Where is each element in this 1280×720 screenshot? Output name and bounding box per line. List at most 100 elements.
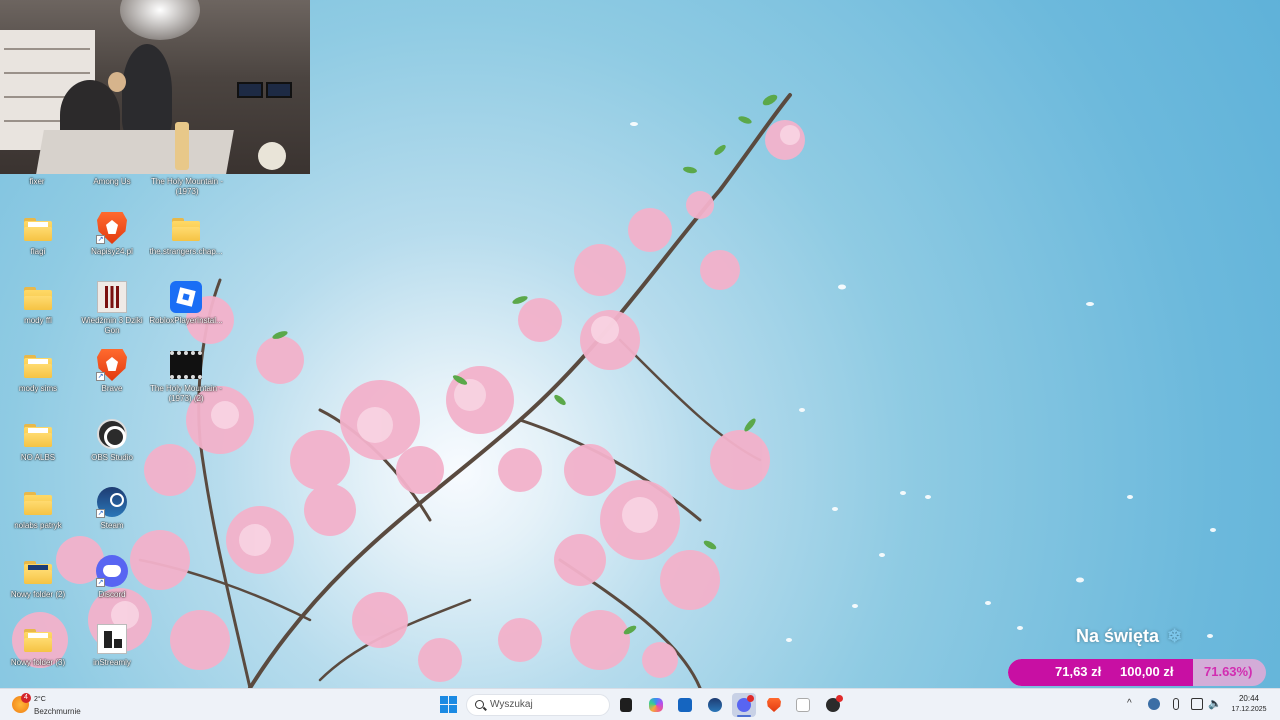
steam-icon: ↗ xyxy=(96,486,128,518)
desktop-file-roblox-installer[interactable]: RobloxPlayerInstal... xyxy=(149,279,223,345)
taskbar-clock[interactable]: 20:44 17.12.2025 xyxy=(1224,693,1274,715)
brave-icon: ↗ xyxy=(96,349,128,381)
taskbar-microsoft-store[interactable] xyxy=(673,693,697,717)
desktop-folder-no-albs[interactable]: NO ALBS xyxy=(1,416,75,482)
file-explorer-icon xyxy=(620,698,632,712)
desktop-shortcut-steam[interactable]: ↗ Steam xyxy=(75,484,149,550)
webcam-monitor xyxy=(266,82,292,98)
taskbar-weather-widget[interactable]: 4 2°C Bezchmurnie xyxy=(10,692,120,718)
obs-notification-badge xyxy=(836,695,843,702)
folder-icon xyxy=(22,418,54,450)
desktop-icon-label: OBS Studio xyxy=(91,453,133,462)
desktop-label-holy-mountain[interactable]: The Holy Mountain - (1973) xyxy=(147,177,227,197)
discord-icon: ↗ xyxy=(96,555,128,587)
desktop-shortcut-napisy24[interactable]: ↗ Napisy24.pl xyxy=(75,210,149,276)
taskbar-file-explorer[interactable] xyxy=(614,693,638,717)
instreamly-icon xyxy=(96,623,128,655)
donation-goal-title: Na święta ❄ xyxy=(1060,626,1250,647)
folder-icon xyxy=(22,486,54,518)
desktop-icon-label: The Holy Mountain - (1973) (2) xyxy=(149,384,223,403)
witcher-icon xyxy=(96,281,128,313)
desktop-icon-label: mody ffl xyxy=(24,316,52,325)
desktop-icon-label: Brave xyxy=(101,384,123,393)
desktop-icon-label: Wiedźmin 3 Dziki Gon xyxy=(81,316,143,335)
steam-icon xyxy=(708,698,722,712)
donation-goal-target: 100,00 zł xyxy=(1120,664,1174,679)
desktop-shortcut-brave[interactable]: ↗ Brave xyxy=(75,347,149,413)
desktop-icon-label: Steam xyxy=(100,521,124,530)
tray-chevron-up-icon[interactable]: ^ xyxy=(1127,698,1132,709)
shortcut-arrow-icon: ↗ xyxy=(96,235,105,244)
desktop-icon-label: Nowy folder (2) xyxy=(10,590,66,599)
desktop-folder-flagi[interactable]: flagi xyxy=(1,210,75,276)
taskbar-obs[interactable] xyxy=(821,693,845,717)
webcam-ceiling-light xyxy=(120,0,200,40)
copilot-icon xyxy=(649,698,663,712)
weather-notification-badge: 4 xyxy=(21,693,31,703)
desktop-icon-label: NO ALBS xyxy=(20,453,56,462)
donation-goal-percent: 71.63%) xyxy=(1204,664,1253,679)
taskbar-steam[interactable] xyxy=(703,693,727,717)
desktop-folder-mody-ffl[interactable]: mody ffl xyxy=(1,279,75,345)
webcam-dog xyxy=(258,142,286,170)
shortcut-arrow-icon: ↗ xyxy=(96,372,105,381)
desktop-icon-label: the.strangers.chap... xyxy=(149,247,223,256)
volume-icon[interactable]: 🔈 xyxy=(1208,698,1222,710)
desktop-icon-label: mody sims xyxy=(18,384,58,393)
desktop-icon-label: inStreamly xyxy=(93,658,131,667)
taskbar-search-box[interactable]: Wyszukaj xyxy=(466,694,610,716)
shortcut-arrow-icon: ↗ xyxy=(96,509,105,518)
taskbar: 4 2°C Bezchmurnie Wyszukaj ^ 🔈 20:44 17.… xyxy=(0,688,1280,720)
display-network-icon[interactable] xyxy=(1191,698,1203,710)
search-icon xyxy=(475,700,484,709)
desktop-folder-nolabs-patryk[interactable]: nolabs patryk xyxy=(1,484,75,550)
desktop-icon-label: Discord xyxy=(98,590,126,599)
brave-icon xyxy=(767,698,781,712)
clock-time: 20:44 xyxy=(1238,694,1260,703)
webcam-monitor xyxy=(237,82,263,98)
folder-icon xyxy=(22,212,54,244)
taskbar-copilot[interactable] xyxy=(644,693,668,717)
weather-condition: Bezchmurnie xyxy=(34,707,81,716)
folder-icon xyxy=(22,349,54,381)
webcam-desk xyxy=(36,130,234,174)
film-icon xyxy=(170,349,202,381)
donation-goal-progress-bar: 71,63 zł 100,00 zł 71.63%) xyxy=(1008,659,1266,686)
desktop-label-among-us[interactable]: Among Us xyxy=(72,177,152,187)
desktop-shortcut-witcher-3[interactable]: Wiedźmin 3 Dziki Gon xyxy=(75,279,149,345)
desktop-icon-label: flagi xyxy=(30,247,46,256)
desktop-shortcut-obs-studio[interactable]: OBS Studio xyxy=(75,416,149,482)
obs-icon xyxy=(96,418,128,450)
webcam-bottle xyxy=(175,122,189,170)
notepad-icon xyxy=(796,698,810,712)
roblox-icon xyxy=(170,281,202,313)
desktop-label-fixer[interactable]: fixer xyxy=(0,177,77,187)
folder-icon xyxy=(22,281,54,313)
microsoft-store-icon xyxy=(678,698,692,712)
webcam-person xyxy=(122,44,172,139)
desktop-folder-nowy-folder-2[interactable]: Nowy folder (2) xyxy=(1,553,75,619)
discord-notification-badge xyxy=(747,695,754,702)
folder-icon xyxy=(22,555,54,587)
desktop-file-holy-mountain-2[interactable]: The Holy Mountain - (1973) (2) xyxy=(149,347,223,413)
desktop-folder-nowy-folder-3[interactable]: Nowy folder (3) xyxy=(1,621,75,687)
webcam-overlay xyxy=(0,0,310,174)
desktop-icon-label: Napisy24.pl xyxy=(91,247,133,256)
start-button[interactable] xyxy=(437,693,461,717)
desktop-shortcut-instreamly[interactable]: inStreamly xyxy=(75,621,149,687)
webcam-person-head xyxy=(108,72,126,92)
desktop-folder-mody-sims[interactable]: mody sims xyxy=(1,347,75,413)
desktop-icon-label: Nowy folder (3) xyxy=(10,658,66,667)
shortcut-arrow-icon: ↗ xyxy=(96,578,105,587)
desktop-shortcut-discord[interactable]: ↗ Discord xyxy=(75,553,149,619)
brave-icon: ↗ xyxy=(96,212,128,244)
desktop-icon-label: nolabs patryk xyxy=(14,521,62,530)
taskbar-brave[interactable] xyxy=(762,693,786,717)
tray-network-app-icon[interactable] xyxy=(1148,698,1160,710)
snowflake-icon: ❄ xyxy=(1167,626,1183,646)
taskbar-notepad[interactable] xyxy=(791,693,815,717)
desktop-folder-the-strangers[interactable]: the.strangers.chap... xyxy=(149,210,223,276)
folder-icon xyxy=(170,212,202,244)
microphone-icon[interactable] xyxy=(1173,698,1179,710)
taskbar-discord[interactable] xyxy=(732,693,756,717)
